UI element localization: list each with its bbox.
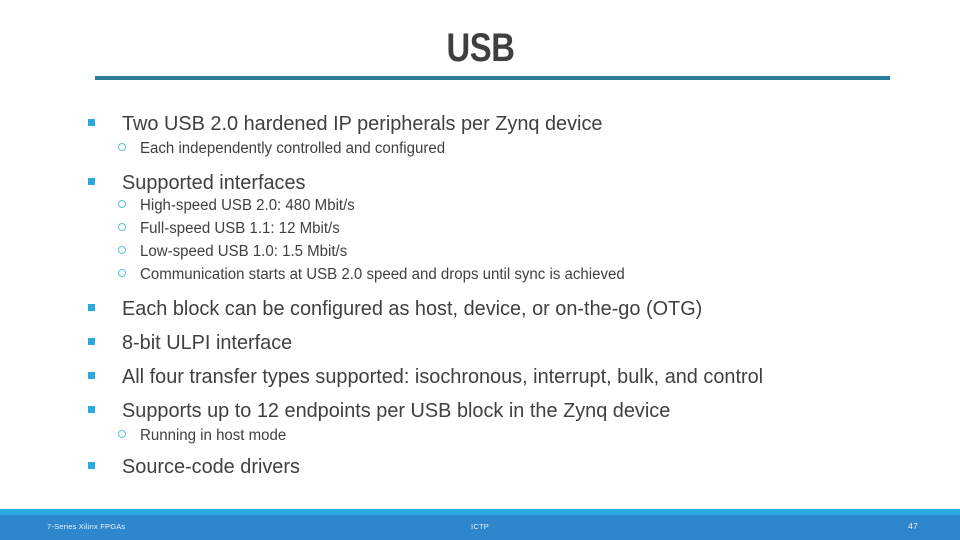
title-area: USB (0, 22, 960, 74)
footer-organization-label: ICTP (471, 522, 489, 531)
bullet-text: All four transfer types supported: isoch… (122, 365, 764, 388)
square-bullet-icon (88, 372, 95, 379)
circle-bullet-icon (118, 269, 126, 277)
square-bullet-icon (88, 304, 95, 311)
sub-bullet-item: Communication starts at USB 2.0 speed an… (118, 266, 640, 283)
square-bullet-icon (88, 119, 95, 126)
bullet-item: Supports up to 12 endpoints per USB bloc… (88, 399, 687, 423)
bullet-item: Each block can be configured as host, de… (88, 297, 720, 321)
bullet-text: Two USB 2.0 hardened IP peripherals per … (122, 112, 603, 135)
circle-bullet-icon (118, 223, 126, 231)
square-bullet-icon (88, 338, 95, 345)
sub-bullet-item: High-speed USB 2.0: 480 Mbit/s (118, 197, 361, 214)
circle-bullet-icon (118, 246, 126, 254)
bullet-text: High-speed USB 2.0: 480 Mbit/s (140, 197, 355, 214)
bullet-text: Source-code drivers (122, 455, 300, 478)
bullet-item: Source-code drivers (88, 455, 305, 479)
circle-bullet-icon (118, 200, 126, 208)
bullet-item: All four transfer types supported: isoch… (88, 365, 783, 389)
square-bullet-icon (88, 462, 95, 469)
circle-bullet-icon (118, 430, 126, 438)
bullet-text: Running in host mode (140, 427, 287, 444)
sub-bullet-item: Each independently controlled and config… (118, 140, 455, 157)
slide: USB Two USB 2.0 hardened IP peripherals … (0, 0, 960, 540)
sub-bullet-item: Low-speed USB 1.0: 1.5 Mbit/s (118, 243, 354, 260)
sub-bullet-item: Running in host mode (118, 427, 291, 444)
bullet-item: 8-bit ULPI interface (88, 331, 297, 355)
bullet-list: Two USB 2.0 hardened IP peripherals per … (0, 100, 960, 500)
bullet-text: Full-speed USB 1.1: 12 Mbit/s (140, 220, 340, 237)
sub-bullet-item: Full-speed USB 1.1: 12 Mbit/s (118, 220, 346, 237)
bullet-item: Two USB 2.0 hardened IP peripherals per … (88, 112, 617, 136)
title-divider (95, 76, 890, 80)
slide-number: 47 (908, 521, 918, 531)
bullet-text: Each block can be configured as host, de… (122, 297, 703, 320)
square-bullet-icon (88, 178, 95, 185)
bullet-text: Supported interfaces (122, 171, 306, 194)
square-bullet-icon (88, 406, 95, 413)
bullet-text: 8-bit ULPI interface (122, 331, 293, 354)
circle-bullet-icon (118, 143, 126, 151)
bullet-text: Each independently controlled and config… (140, 140, 446, 157)
bullet-text: Supports up to 12 endpoints per USB bloc… (122, 399, 671, 422)
bullet-text: Low-speed USB 1.0: 1.5 Mbit/s (140, 243, 348, 260)
bullet-text: Communication starts at USB 2.0 speed an… (140, 266, 625, 283)
bullet-item: Supported interfaces (88, 171, 311, 195)
page-title: USB (445, 26, 515, 70)
